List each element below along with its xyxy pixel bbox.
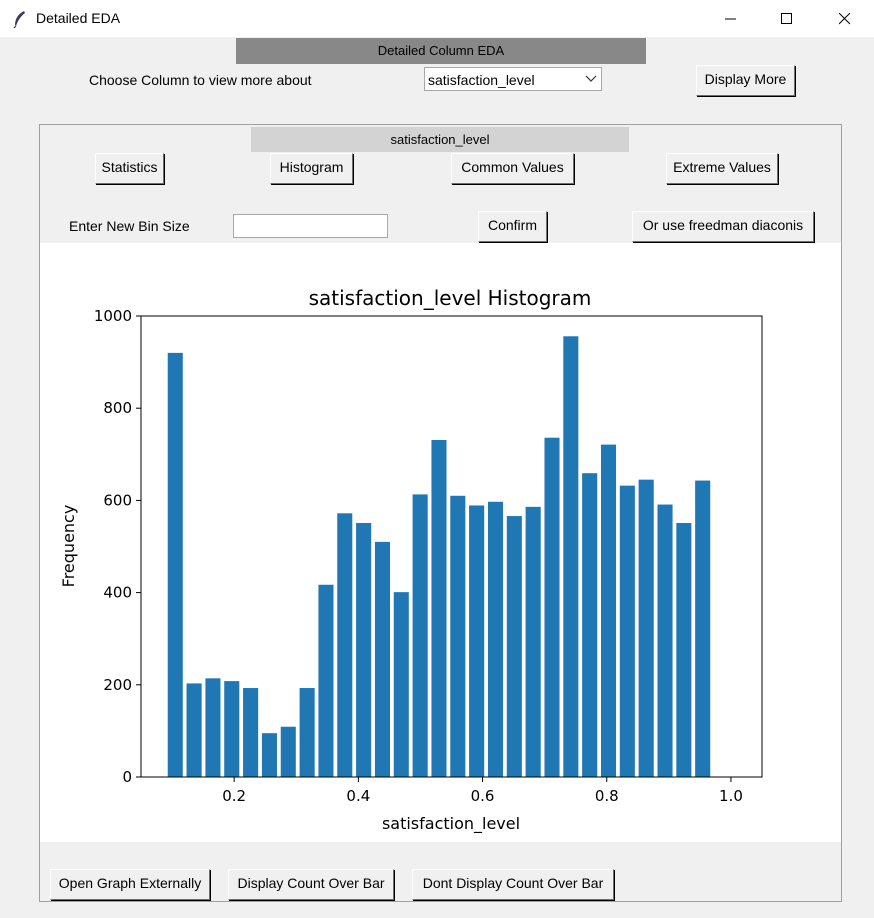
histogram-button[interactable]: Histogram (270, 153, 353, 184)
minimize-button[interactable] (708, 0, 754, 37)
histogram-bar (261, 733, 277, 777)
histogram-bar (205, 678, 221, 777)
plot-area: satisfaction_level Histogram 0.2 0.4 0.6 0.… (40, 243, 841, 842)
x-axis-label: satisfaction_level (382, 814, 520, 834)
histogram-bar (619, 485, 635, 777)
chart-title: satisfaction_level Histogram (309, 286, 592, 310)
histogram-bar (544, 437, 560, 777)
x-ticks: 0.2 0.4 0.6 0.8 1.0 (222, 777, 743, 805)
column-select[interactable]: satisfaction_level (424, 67, 602, 91)
histogram-bar (356, 522, 372, 777)
display-count-over-bar-button[interactable]: Display Count Over Bar (228, 869, 394, 900)
histogram-bar (243, 688, 259, 777)
close-button[interactable] (822, 0, 868, 37)
histogram-bar (638, 479, 654, 777)
y-tick-label: 800 (103, 399, 132, 417)
y-axis-label: Frequency (59, 505, 78, 588)
y-tick-label: 600 (103, 491, 132, 509)
x-tick-label: 0.6 (471, 787, 495, 805)
histogram-bar (186, 683, 202, 777)
common-values-button[interactable]: Common Values (451, 153, 574, 184)
maximize-button[interactable] (764, 0, 810, 37)
histogram-bar (600, 444, 617, 777)
bars (167, 336, 711, 777)
histogram-bar (337, 513, 353, 777)
histogram-bar (563, 336, 579, 777)
histogram-bar (676, 522, 692, 777)
y-tick-label: 1000 (94, 307, 132, 325)
histogram-bar (695, 480, 711, 777)
y-tick-label: 200 (103, 676, 132, 694)
histogram-bar (582, 473, 598, 777)
open-graph-externally-button[interactable]: Open Graph Externally (50, 869, 210, 900)
extreme-values-button[interactable]: Extreme Values (666, 153, 778, 184)
display-more-button[interactable]: Display More (696, 65, 795, 96)
histogram-bar (299, 688, 315, 777)
histogram-bar (657, 504, 673, 777)
histogram-bar (318, 584, 334, 777)
bin-size-label: Enter New Bin Size (69, 218, 190, 234)
histogram-bar (487, 501, 504, 777)
x-tick-label: 0.8 (595, 787, 619, 805)
histogram-bar (506, 516, 522, 777)
y-tick-label: 0 (122, 768, 132, 786)
x-tick-label: 0.2 (222, 787, 246, 805)
title-bar: Detailed EDA (0, 0, 874, 37)
histogram-bar (393, 592, 409, 777)
histogram-bar (412, 494, 428, 777)
histogram-bar (167, 352, 183, 777)
maximize-icon (781, 13, 792, 24)
bin-size-input[interactable] (233, 214, 388, 238)
close-icon (839, 13, 851, 25)
column-select-value: satisfaction_level (428, 72, 535, 88)
dont-display-count-over-bar-button[interactable]: Dont Display Count Over Bar (412, 869, 614, 900)
histogram-bar (431, 440, 447, 777)
chevron-down-icon (585, 75, 597, 82)
window-title: Detailed EDA (36, 10, 121, 26)
histogram-bar (224, 681, 240, 777)
section-header: Detailed Column EDA (236, 38, 646, 64)
minimize-icon (725, 18, 736, 20)
histogram-bar (280, 726, 296, 777)
feather-icon (13, 11, 25, 28)
column-label: satisfaction_level (251, 127, 629, 152)
y-ticks: 0 200 400 600 800 1000 (94, 307, 141, 786)
histogram-bar (469, 505, 485, 777)
x-tick-label: 0.4 (346, 787, 370, 805)
y-tick-label: 400 (103, 584, 132, 602)
histogram-bar (450, 495, 466, 777)
statistics-button[interactable]: Statistics (95, 153, 164, 184)
freedman-diaconis-button[interactable]: Or use freedman diaconis (632, 211, 814, 242)
histogram-chart: satisfaction_level Histogram 0.2 0.4 0.6 0.… (59, 286, 763, 834)
x-tick-label: 1.0 (719, 787, 743, 805)
choose-column-label: Choose Column to view more about (89, 72, 312, 88)
histogram-bar (525, 506, 541, 777)
histogram-bar (374, 541, 391, 777)
confirm-button[interactable]: Confirm (478, 211, 547, 242)
